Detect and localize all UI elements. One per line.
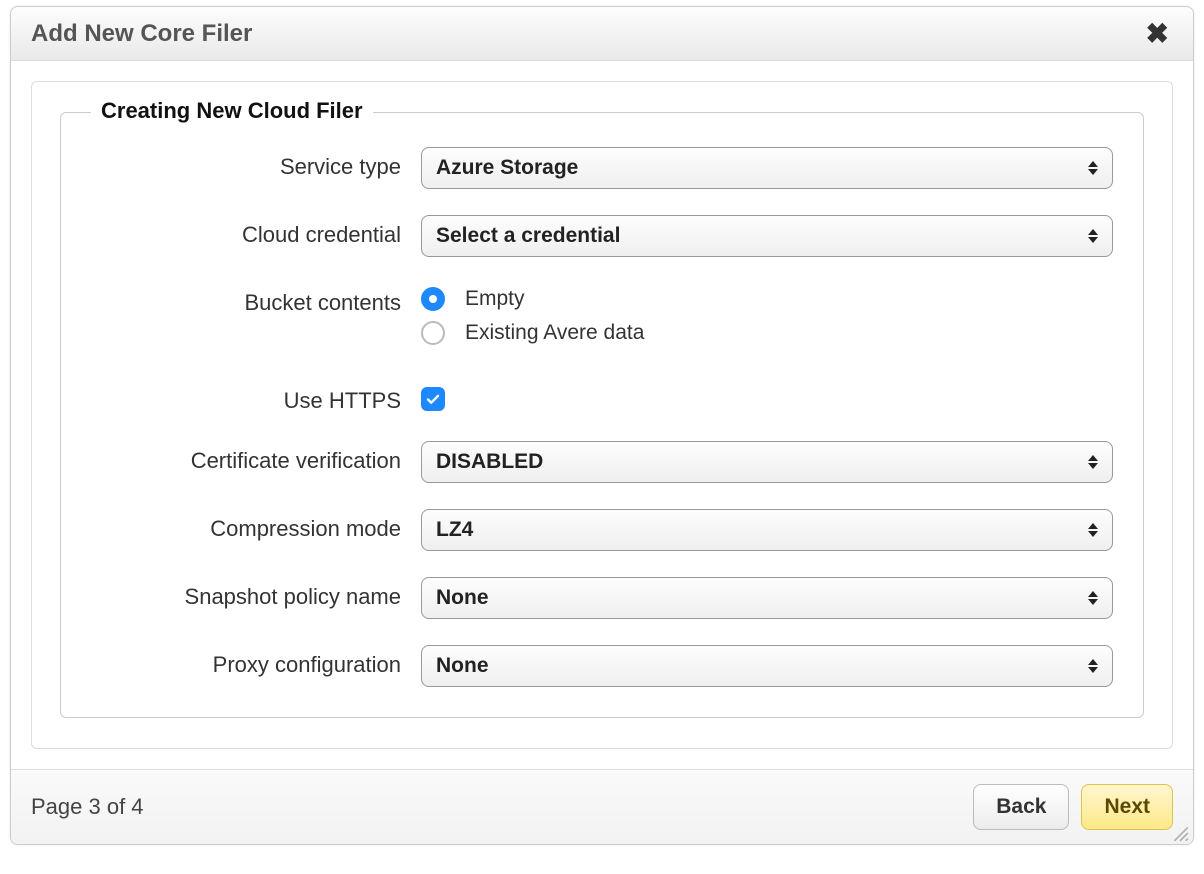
cert-verification-value: DISABLED <box>436 450 543 474</box>
snapshot-policy-value: None <box>436 586 489 610</box>
service-type-value: Azure Storage <box>436 156 578 180</box>
fieldset-legend: Creating New Cloud Filer <box>91 98 373 124</box>
compression-mode-label: Compression mode <box>91 509 421 543</box>
caret-icon <box>1088 523 1098 537</box>
cloud-credential-value: Select a credential <box>436 224 620 248</box>
cert-verification-select[interactable]: DISABLED <box>421 441 1113 483</box>
caret-icon <box>1088 591 1098 605</box>
cloud-credential-label: Cloud credential <box>91 215 421 249</box>
service-type-label: Service type <box>91 147 421 181</box>
resize-grip-icon[interactable] <box>1171 824 1189 842</box>
bucket-contents-empty-radio[interactable]: Empty <box>421 287 1113 311</box>
caret-icon <box>1088 161 1098 175</box>
check-icon <box>425 391 441 407</box>
back-button[interactable]: Back <box>973 784 1069 830</box>
use-https-label: Use HTTPS <box>91 381 421 415</box>
close-icon[interactable]: ✖ <box>1142 16 1173 52</box>
snapshot-policy-select[interactable]: None <box>421 577 1113 619</box>
add-core-filer-dialog: Add New Core Filer ✖ Creating New Cloud … <box>10 6 1194 845</box>
proxy-config-value: None <box>436 654 489 678</box>
caret-icon <box>1088 659 1098 673</box>
dialog-title: Add New Core Filer <box>31 20 252 48</box>
service-type-select[interactable]: Azure Storage <box>421 147 1113 189</box>
caret-icon <box>1088 455 1098 469</box>
snapshot-policy-label: Snapshot policy name <box>91 577 421 611</box>
proxy-config-select[interactable]: None <box>421 645 1113 687</box>
use-https-checkbox[interactable] <box>421 387 445 411</box>
back-button-label: Back <box>996 795 1046 819</box>
page-indicator: Page 3 of 4 <box>31 794 144 820</box>
radio-icon <box>421 321 445 345</box>
compression-mode-select[interactable]: LZ4 <box>421 509 1113 551</box>
inner-panel: Creating New Cloud Filer Service type Az… <box>31 81 1173 749</box>
proxy-config-label: Proxy configuration <box>91 645 421 679</box>
next-button[interactable]: Next <box>1081 784 1173 830</box>
bucket-contents-label: Bucket contents <box>91 283 421 317</box>
dialog-body: Creating New Cloud Filer Service type Az… <box>11 61 1193 769</box>
radio-icon <box>421 287 445 311</box>
dialog-footer: Page 3 of 4 Back Next <box>11 769 1193 844</box>
bucket-contents-existing-radio[interactable]: Existing Avere data <box>421 321 1113 345</box>
bucket-contents-group: Empty Existing Avere data <box>421 283 1113 345</box>
dialog-header: Add New Core Filer ✖ <box>11 7 1193 61</box>
footer-buttons: Back Next <box>973 784 1173 830</box>
next-button-label: Next <box>1104 795 1150 819</box>
radio-label-empty: Empty <box>465 287 525 311</box>
cloud-credential-select[interactable]: Select a credential <box>421 215 1113 257</box>
caret-icon <box>1088 229 1098 243</box>
cloud-filer-fieldset: Creating New Cloud Filer Service type Az… <box>60 112 1144 718</box>
cert-verification-label: Certificate verification <box>91 441 421 475</box>
compression-mode-value: LZ4 <box>436 518 473 542</box>
radio-label-existing: Existing Avere data <box>465 321 644 345</box>
